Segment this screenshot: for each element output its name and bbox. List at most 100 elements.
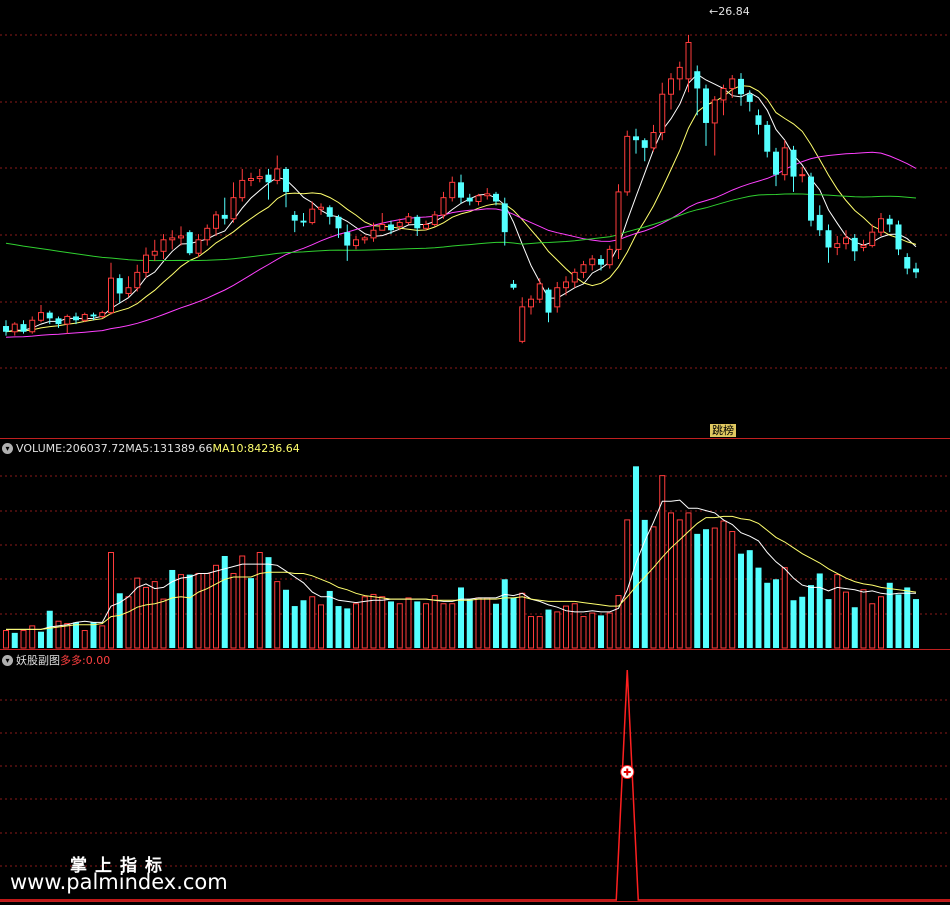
candle-body: [99, 312, 106, 317]
volume-ma5-value: 131389.66: [153, 441, 213, 455]
volume-bar: [125, 596, 132, 649]
volume-bar: [703, 529, 709, 648]
volume-bar: [458, 587, 464, 648]
candle-body: [370, 229, 377, 239]
stock-event-tag[interactable]: 跳榜: [710, 424, 736, 437]
candle-body: [571, 271, 578, 283]
candle-body: [143, 254, 149, 273]
candle-body: [878, 218, 884, 233]
volume-bar: [160, 598, 167, 649]
volume-bar: [81, 630, 88, 649]
candle-body: [729, 78, 736, 89]
chevron-down-icon[interactable]: ▾: [2, 442, 13, 454]
chevron-down-icon[interactable]: ▾: [2, 654, 13, 666]
candle-body: [755, 115, 762, 125]
volume-bar: [694, 533, 701, 648]
volume-ma10-label: MA10:: [212, 441, 248, 455]
volume-bar: [615, 595, 622, 649]
candle-body: [510, 283, 517, 288]
candle-body: [563, 281, 569, 289]
volume-bar: [73, 622, 79, 648]
candle-body: [283, 168, 289, 192]
candle-body: [843, 237, 849, 245]
candle-body: [913, 268, 919, 273]
candle-body: [344, 232, 351, 246]
volume-bar: [204, 572, 211, 649]
candle-body: [405, 216, 412, 224]
volume-bar: [904, 587, 911, 648]
volume-bar: [843, 591, 849, 649]
volume-bar: [195, 572, 202, 649]
candle-body: [221, 214, 228, 219]
volume-bar: [230, 572, 237, 649]
volume-bar: [326, 590, 333, 648]
volume-bar: [283, 589, 289, 648]
candle-body: [274, 168, 281, 181]
candle-body: [55, 318, 62, 325]
candle-body: [178, 235, 184, 239]
candle-body: [230, 197, 237, 220]
volume-bar: [3, 630, 9, 649]
candle-body: [738, 78, 744, 95]
candle-body: [668, 78, 674, 95]
candle-body: [711, 99, 718, 124]
candle-body: [825, 230, 832, 248]
volume-bar: [501, 579, 508, 648]
candle-body: [431, 214, 438, 225]
price-ma10-line: [5, 85, 917, 333]
volume-bar: [379, 596, 386, 649]
volume-ma10-value: 84236.64: [247, 441, 300, 455]
candle-body: [493, 193, 499, 202]
volume-bar: [510, 597, 517, 648]
candle-body: [536, 283, 543, 300]
volume-bar: [834, 574, 841, 649]
volume-bar: [790, 600, 797, 648]
candle-body: [125, 287, 132, 294]
candle-body: [816, 214, 823, 231]
candle-body: [361, 237, 368, 241]
volume-ma5-label: MA5:: [125, 441, 154, 455]
volume-bar: [808, 585, 814, 648]
candle-body: [869, 231, 876, 247]
candle-body: [598, 258, 604, 265]
volume-bar: [781, 567, 788, 649]
candle-body: [676, 66, 683, 80]
volume-bar: [746, 550, 753, 648]
candle-body: [624, 135, 631, 193]
price-high-value: 26.84: [718, 5, 750, 18]
candle-body: [475, 195, 482, 202]
volume-bar: [248, 578, 254, 648]
volume-bar: [860, 589, 867, 649]
stock-chart-window: ←26.84 跳榜 ▾ VOLUME: 206037.72 MA5: 13138…: [0, 0, 950, 905]
volume-bar: [186, 574, 193, 648]
candle-body: [20, 324, 27, 332]
candle-body: [134, 271, 141, 289]
candle-body: [851, 237, 858, 252]
candle-body: [388, 224, 394, 231]
candle-body: [414, 216, 421, 229]
volume-bar: [291, 606, 298, 648]
candle-body: [808, 176, 814, 221]
candle-body: [659, 93, 666, 134]
volume-bar: [414, 601, 421, 648]
volume-bar: [668, 512, 674, 649]
candle-body: [318, 206, 324, 210]
volume-bar: [589, 612, 596, 649]
volume-bar: [729, 531, 736, 649]
candle-body: [528, 298, 534, 308]
volume-bar: [545, 609, 552, 648]
candle-body: [860, 245, 867, 248]
volume-bar: [913, 599, 919, 648]
candle-body: [799, 174, 806, 177]
volume-bar: [239, 555, 246, 649]
candle-body: [300, 220, 307, 223]
candle-body: [256, 176, 263, 180]
candle-body: [606, 248, 613, 266]
watermark-url: www.palmindex.com: [10, 870, 228, 894]
volume-bar: [11, 632, 18, 648]
candle-body: [519, 306, 526, 342]
volume-value: 206037.72: [65, 441, 126, 455]
candle-body: [38, 312, 44, 321]
volume-bar: [554, 611, 561, 649]
volume-bar: [528, 616, 534, 649]
